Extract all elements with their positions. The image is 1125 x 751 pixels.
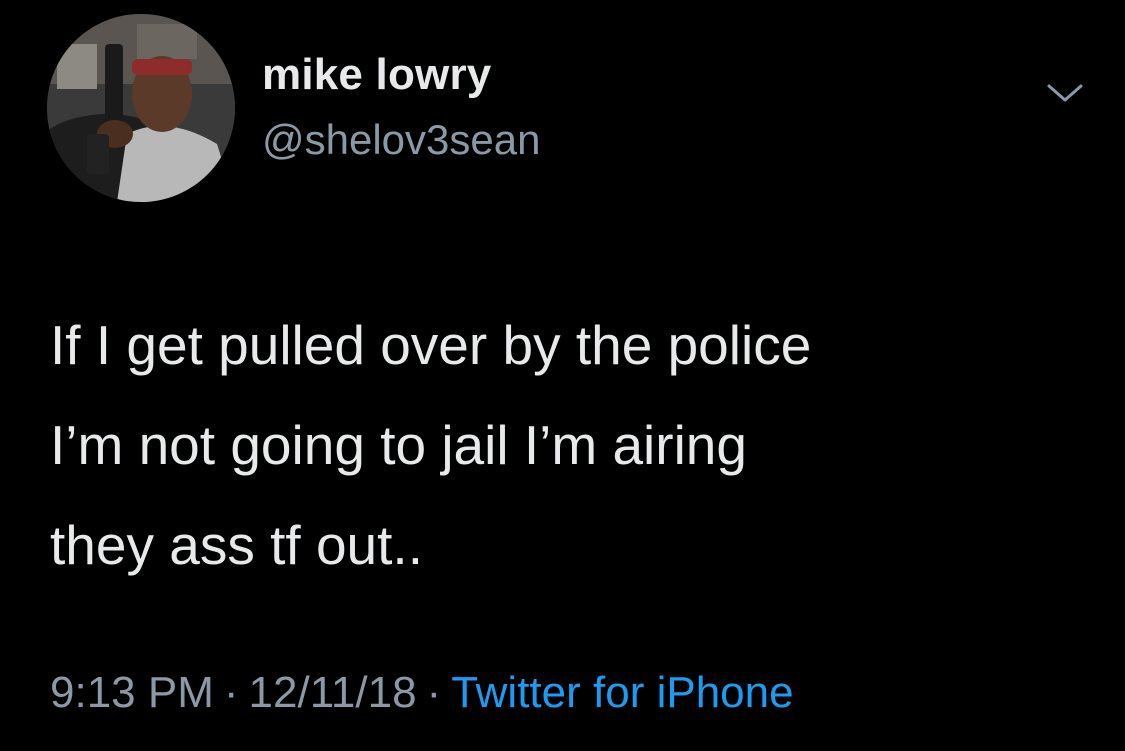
tweet-text: If I get pulled over by the police I’m n…	[50, 295, 1090, 595]
tweet-source-link[interactable]: Twitter for iPhone	[451, 668, 793, 717]
profile-photo	[47, 14, 235, 202]
tweet-text-line: they ass tf out..	[50, 514, 423, 576]
chevron-down-icon[interactable]	[1045, 82, 1085, 106]
display-name[interactable]: mike lowry	[262, 50, 491, 100]
avatar[interactable]	[47, 14, 235, 202]
tweet-time[interactable]: 9:13 PM	[50, 668, 214, 717]
tweet-date[interactable]: 12/11/18	[249, 668, 417, 717]
tweet-text-line: If I get pulled over by the police	[50, 314, 812, 376]
meta-separator: ·	[426, 668, 442, 717]
user-handle[interactable]: @shelov3sean	[262, 116, 540, 164]
tweet-meta: 9:13 PM · 12/11/18 · Twitter for iPhone	[50, 668, 794, 718]
tweet-text-line: I’m not going to jail I’m airing	[50, 414, 747, 476]
meta-separator: ·	[223, 668, 239, 717]
tweet-card: mike lowry @shelov3sean If I get pulled …	[0, 0, 1125, 751]
